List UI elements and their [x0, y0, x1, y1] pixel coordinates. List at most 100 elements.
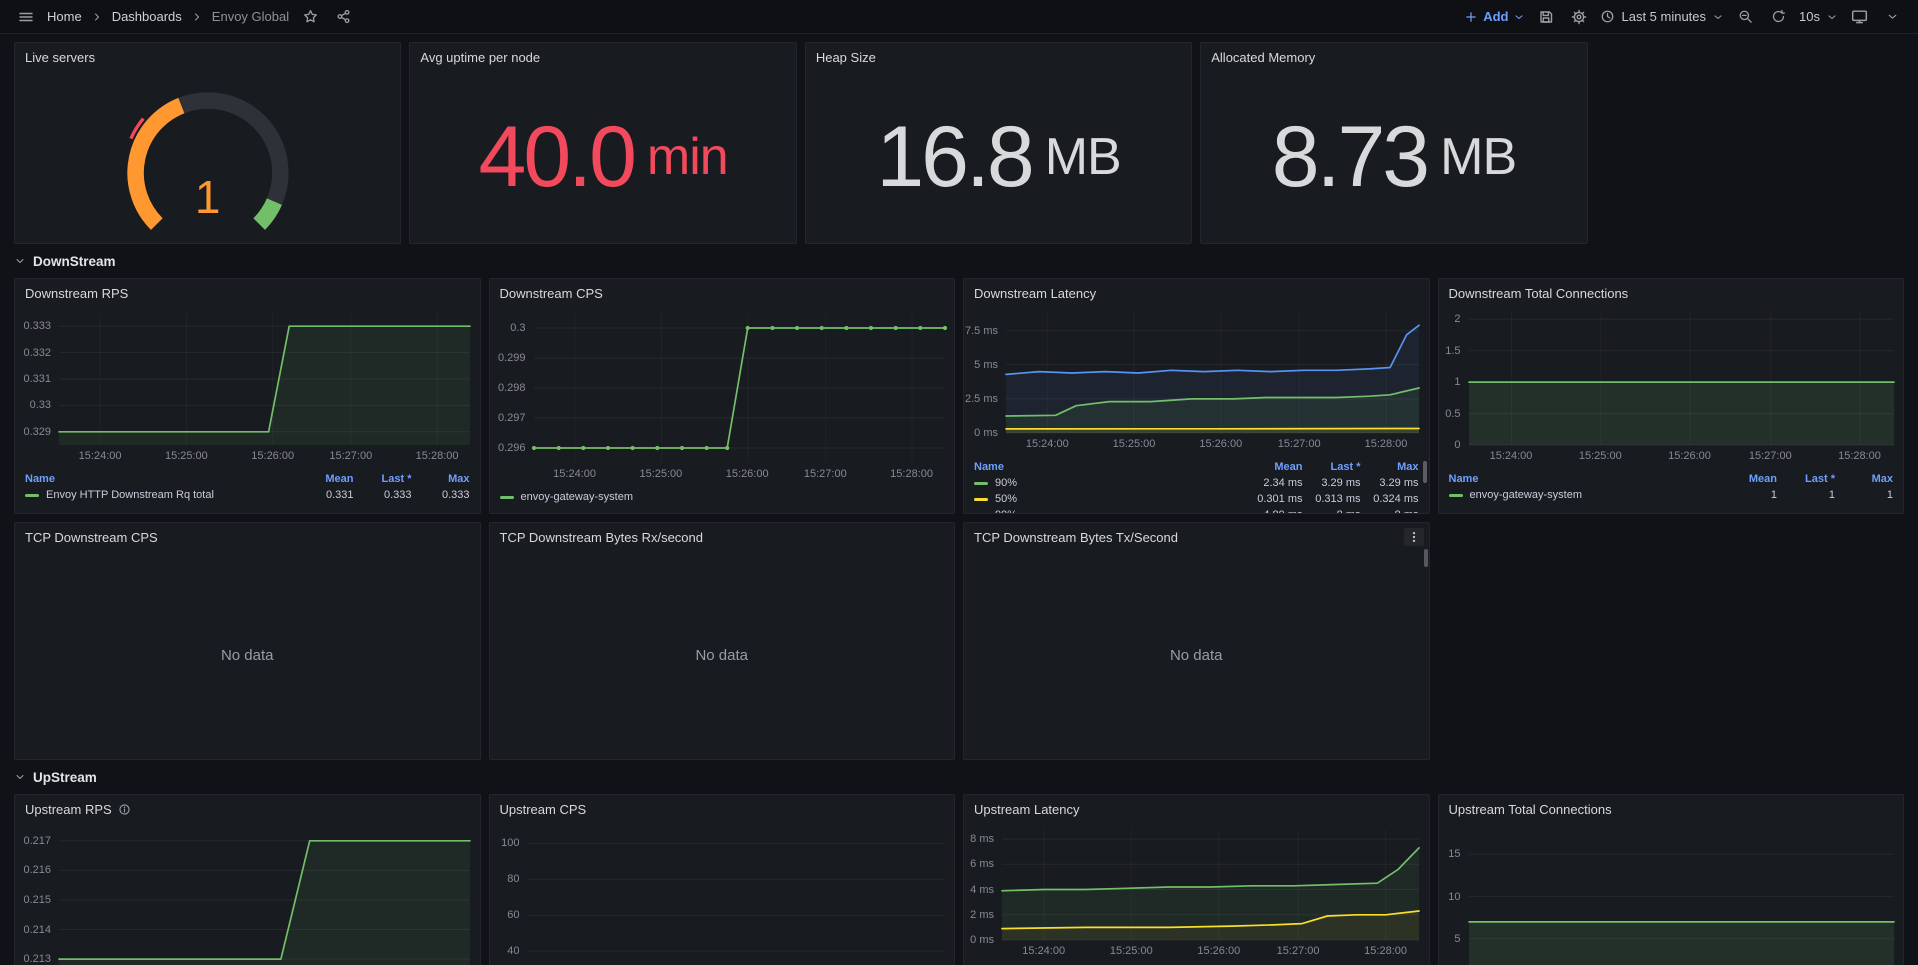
- downstream-latency-chart[interactable]: 7.5 ms5 ms2.5 ms0 ms15:24:0015:25:0015:2…: [964, 307, 1429, 457]
- panel-header[interactable]: Upstream Latency: [964, 795, 1429, 823]
- section-upstream[interactable]: UpStream: [14, 764, 1904, 790]
- legend-header-row: NameMeanLast *Max: [25, 471, 470, 487]
- section-downstream[interactable]: DownStream: [14, 248, 1904, 274]
- x-axis-label: 15:24:00: [79, 450, 122, 462]
- star-dashboard-button[interactable]: [298, 5, 322, 29]
- panel-tcp-downstream-cps: TCP Downstream CPS No data: [14, 522, 481, 760]
- series-swatch: [500, 496, 514, 499]
- panel-header[interactable]: Heap Size: [806, 43, 1191, 71]
- dashboard-settings-button[interactable]: [1567, 5, 1591, 29]
- legend-row[interactable]: 90%2.34 ms3.29 ms3.29 ms: [974, 475, 1419, 491]
- y-axis-label: 7.5 ms: [964, 325, 998, 337]
- y-axis-label: 1.5: [1439, 345, 1461, 357]
- x-axis-label: 15:28:00: [890, 468, 933, 480]
- y-axis-label: 10: [1439, 891, 1461, 903]
- hamburger-icon: [18, 9, 34, 25]
- x-axis-label: 15:26:00: [1197, 945, 1240, 957]
- gear-icon: [1571, 9, 1587, 25]
- upstream-latency-chart[interactable]: 8 ms6 ms4 ms2 ms0 ms15:24:0015:25:0015:2…: [964, 823, 1429, 964]
- breadcrumb-dashboards[interactable]: Dashboards: [112, 9, 182, 24]
- y-axis-label: 0.5: [1439, 408, 1461, 420]
- panel-tcp-downstream-bytes-tx: TCP Downstream Bytes Tx/Second No data: [963, 522, 1430, 760]
- stat-unit: MB: [1440, 131, 1516, 183]
- y-axis-label: 0.215: [15, 894, 51, 906]
- upstream-total-connections-chart[interactable]: 15 10 5: [1439, 823, 1904, 965]
- chart-canvas: [15, 307, 480, 469]
- y-axis-label: 0.333: [15, 320, 51, 332]
- refresh-interval-picker[interactable]: 10s: [1799, 9, 1838, 24]
- panel-header[interactable]: Upstream RPS: [15, 795, 480, 823]
- add-panel-button[interactable]: Add: [1464, 9, 1525, 24]
- info-icon[interactable]: [118, 803, 131, 816]
- legend-row[interactable]: envoy-gateway-system: [500, 489, 945, 505]
- panel-heap-size: Heap Size 16.8 MB: [805, 42, 1192, 244]
- panel-title: Upstream RPS: [25, 802, 112, 817]
- section-title: UpStream: [33, 770, 97, 785]
- panel-title: Heap Size: [816, 50, 876, 65]
- series-swatch: [974, 498, 988, 501]
- save-icon: [1538, 9, 1554, 25]
- panel-title: Upstream CPS: [500, 802, 587, 817]
- legend-row[interactable]: 50%0.301 ms0.313 ms0.324 ms: [974, 491, 1419, 507]
- save-dashboard-button[interactable]: [1534, 5, 1558, 29]
- time-range-picker[interactable]: Last 5 minutes: [1600, 9, 1724, 24]
- share-icon: [336, 9, 351, 24]
- x-axis-label: 15:24:00: [1490, 450, 1533, 462]
- panel-header[interactable]: Avg uptime per node: [410, 43, 795, 71]
- panel-header[interactable]: Downstream Latency: [964, 279, 1429, 307]
- gauge-value: 1: [98, 174, 318, 220]
- breadcrumb-current-dashboard: Envoy Global: [212, 9, 289, 24]
- panel-header[interactable]: Upstream Total Connections: [1439, 795, 1904, 823]
- y-axis-label: 5 ms: [964, 359, 998, 371]
- downstream-total-connections-legend: NameMeanLast *Maxenvoy-gateway-system111: [1439, 469, 1904, 513]
- series-swatch: [974, 482, 988, 485]
- chevron-down-icon: [14, 255, 26, 267]
- downstream-cps-chart[interactable]: 0.30.2990.2980.2970.29615:24:0015:25:001…: [490, 307, 955, 487]
- no-data-label: No data: [695, 647, 748, 664]
- legend-row[interactable]: envoy-gateway-system111: [1449, 487, 1894, 503]
- panel-title: Downstream RPS: [25, 286, 128, 301]
- legend-row[interactable]: 99%4.89 ms8 ms8 ms: [974, 507, 1419, 513]
- y-axis-label: 5: [1439, 933, 1461, 945]
- panel-header[interactable]: Downstream Total Connections: [1439, 279, 1904, 307]
- panel-header[interactable]: TCP Downstream Bytes Tx/Second: [964, 523, 1429, 551]
- refresh-icon: [1771, 9, 1786, 24]
- menu-toggle-button[interactable]: [14, 5, 38, 29]
- refresh-dashboard-button[interactable]: [1766, 5, 1790, 29]
- downstream-charts-row: Downstream RPS 0.3330.3320.3310.330.3291…: [14, 278, 1904, 514]
- panel-upstream-cps: Upstream CPS 100806040: [489, 794, 956, 965]
- dashboard-canvas: Live servers 1 Avg uptime per node: [0, 34, 1918, 965]
- panel-title: TCP Downstream Bytes Rx/second: [500, 530, 704, 545]
- panel-header[interactable]: TCP Downstream CPS: [15, 523, 480, 551]
- panel-header[interactable]: TCP Downstream Bytes Rx/second: [490, 523, 955, 551]
- panel-scrollbar[interactable]: [1424, 549, 1428, 567]
- breadcrumb-home[interactable]: Home: [47, 9, 82, 24]
- collapse-toolbar-button[interactable]: [1880, 5, 1904, 29]
- series-swatch: [1449, 494, 1463, 497]
- x-axis-label: 15:28:00: [416, 450, 459, 462]
- y-axis-label: 0.299: [490, 352, 526, 364]
- upstream-rps-chart[interactable]: 0.2170.2160.2150.2140.213: [15, 823, 480, 965]
- panel-menu-button[interactable]: [1404, 528, 1424, 546]
- panel-header[interactable]: Upstream CPS: [490, 795, 955, 823]
- y-axis-label: 15: [1439, 848, 1461, 860]
- legend-row[interactable]: Envoy HTTP Downstream Rq total0.3310.333…: [25, 487, 470, 503]
- zoom-out-time-button[interactable]: [1733, 5, 1757, 29]
- panel-title: Downstream CPS: [500, 286, 603, 301]
- kiosk-mode-button[interactable]: [1847, 5, 1871, 29]
- chart-canvas: [1439, 823, 1904, 965]
- downstream-rps-chart[interactable]: 0.3330.3320.3310.330.32915:24:0015:25:00…: [15, 307, 480, 469]
- upstream-cps-chart[interactable]: 100806040: [490, 823, 955, 965]
- panel-header[interactable]: Downstream CPS: [490, 279, 955, 307]
- panel-header[interactable]: Downstream RPS: [15, 279, 480, 307]
- legend-scrollbar[interactable]: [1423, 461, 1427, 483]
- panel-header[interactable]: Allocated Memory: [1201, 43, 1586, 71]
- star-icon: [303, 9, 318, 24]
- downstream-total-connections-chart[interactable]: 21.510.5015:24:0015:25:0015:26:0015:27:0…: [1439, 307, 1904, 469]
- plus-icon: [1464, 10, 1478, 24]
- share-dashboard-button[interactable]: [331, 5, 355, 29]
- upstream-charts-row: Upstream RPS 0.2170.2160.2150.2140.213 U…: [14, 794, 1904, 965]
- panel-tcp-downstream-bytes-rx: TCP Downstream Bytes Rx/second No data: [489, 522, 956, 760]
- x-axis-label: 15:27:00: [804, 468, 847, 480]
- panel-header[interactable]: Live servers: [15, 43, 400, 71]
